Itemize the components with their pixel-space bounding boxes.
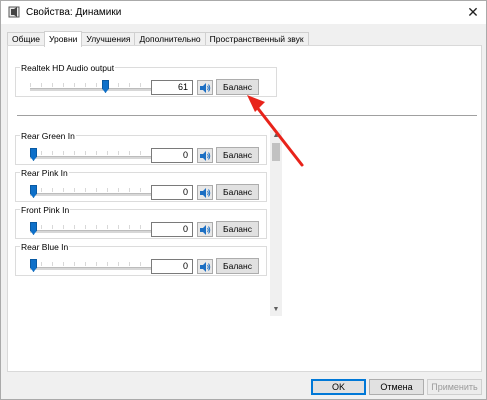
channel-group: Rear Blue In 0 Баланс (15, 242, 267, 276)
speaker-icon (200, 151, 211, 161)
speaker-icon (200, 188, 211, 198)
scroll-down-icon[interactable]: ▼ (270, 304, 282, 316)
properties-window: Свойства: Динамики ✕ Общие Уровни Улучше… (0, 0, 487, 400)
channel-balance-button[interactable]: Баланс (216, 221, 259, 237)
slider-thumb[interactable] (30, 222, 37, 235)
channel-volume-field[interactable]: 0 (151, 259, 193, 274)
slider-thumb[interactable] (30, 185, 37, 198)
channel-mute-button[interactable] (197, 185, 213, 200)
channel-group: Front Pink In 0 Баланс (15, 205, 267, 239)
channel-balance-button[interactable]: Баланс (216, 184, 259, 200)
speaker-icon (200, 262, 211, 272)
channel-group: Rear Pink In 0 Баланс (15, 168, 267, 202)
ok-button[interactable]: OK (311, 379, 366, 395)
separator (17, 115, 477, 116)
window-title: Свойства: Динамики (26, 7, 122, 18)
levels-panel: Realtek HD Audio output 61 Баланс Rear G… (7, 45, 482, 372)
slider-track (30, 193, 155, 196)
slider-ticks (30, 83, 155, 87)
slider-thumb[interactable] (30, 148, 37, 161)
master-label: Realtek HD Audio output (20, 63, 116, 73)
master-balance-button[interactable]: Баланс (216, 79, 259, 95)
master-volume-field[interactable]: 61 (151, 80, 193, 95)
close-button[interactable]: ✕ (464, 3, 482, 21)
channel-mute-button[interactable] (197, 222, 213, 237)
slider-track (30, 156, 155, 159)
channel-volume-field[interactable]: 0 (151, 185, 193, 200)
channels-scrollbar[interactable]: ▲ ▼ (270, 130, 282, 316)
channel-mute-button[interactable] (197, 148, 213, 163)
channel-mute-button[interactable] (197, 259, 213, 274)
slider-ticks (30, 151, 155, 155)
master-level-group: Realtek HD Audio output 61 Баланс (15, 63, 277, 97)
speaker-properties-icon (8, 6, 20, 18)
channel-label: Rear Pink In (20, 168, 69, 178)
channel-volume-slider[interactable] (30, 184, 155, 198)
tab-general[interactable]: Общие (7, 32, 45, 46)
scroll-up-icon[interactable]: ▲ (270, 130, 282, 142)
channel-volume-slider[interactable] (30, 147, 155, 161)
cancel-button[interactable]: Отмена (369, 379, 424, 395)
master-volume-slider[interactable] (30, 79, 155, 93)
apply-button[interactable]: Применить (427, 379, 482, 395)
tab-levels[interactable]: Уровни (43, 31, 83, 47)
slider-track (30, 88, 155, 91)
channel-balance-button[interactable]: Баланс (216, 258, 259, 274)
tab-advanced[interactable]: Дополнительно (134, 32, 206, 46)
slider-ticks (30, 262, 155, 266)
master-mute-button[interactable] (197, 80, 213, 95)
channel-label: Rear Blue In (20, 242, 70, 252)
close-icon: ✕ (467, 4, 479, 20)
channel-group: Rear Green In 0 Баланс (15, 131, 267, 165)
title-bar[interactable]: Свойства: Динамики ✕ (1, 1, 486, 24)
slider-thumb[interactable] (102, 80, 109, 93)
channel-balance-button[interactable]: Баланс (216, 147, 259, 163)
slider-track (30, 230, 155, 233)
slider-thumb[interactable] (30, 259, 37, 272)
scroll-thumb[interactable] (272, 143, 280, 161)
speaker-icon (200, 83, 211, 93)
channel-label: Front Pink In (20, 205, 71, 215)
channel-volume-slider[interactable] (30, 258, 155, 272)
channel-volume-slider[interactable] (30, 221, 155, 235)
speaker-icon (200, 225, 211, 235)
tab-spatial-sound[interactable]: Пространственный звук (204, 32, 309, 46)
channel-volume-field[interactable]: 0 (151, 148, 193, 163)
channel-label: Rear Green In (20, 131, 76, 141)
tab-enhancements[interactable]: Улучшения (81, 32, 136, 46)
channel-volume-field[interactable]: 0 (151, 222, 193, 237)
slider-track (30, 267, 155, 270)
slider-ticks (30, 188, 155, 192)
slider-ticks (30, 225, 155, 229)
tab-strip: Общие Уровни Улучшения Дополнительно Про… (7, 31, 309, 47)
